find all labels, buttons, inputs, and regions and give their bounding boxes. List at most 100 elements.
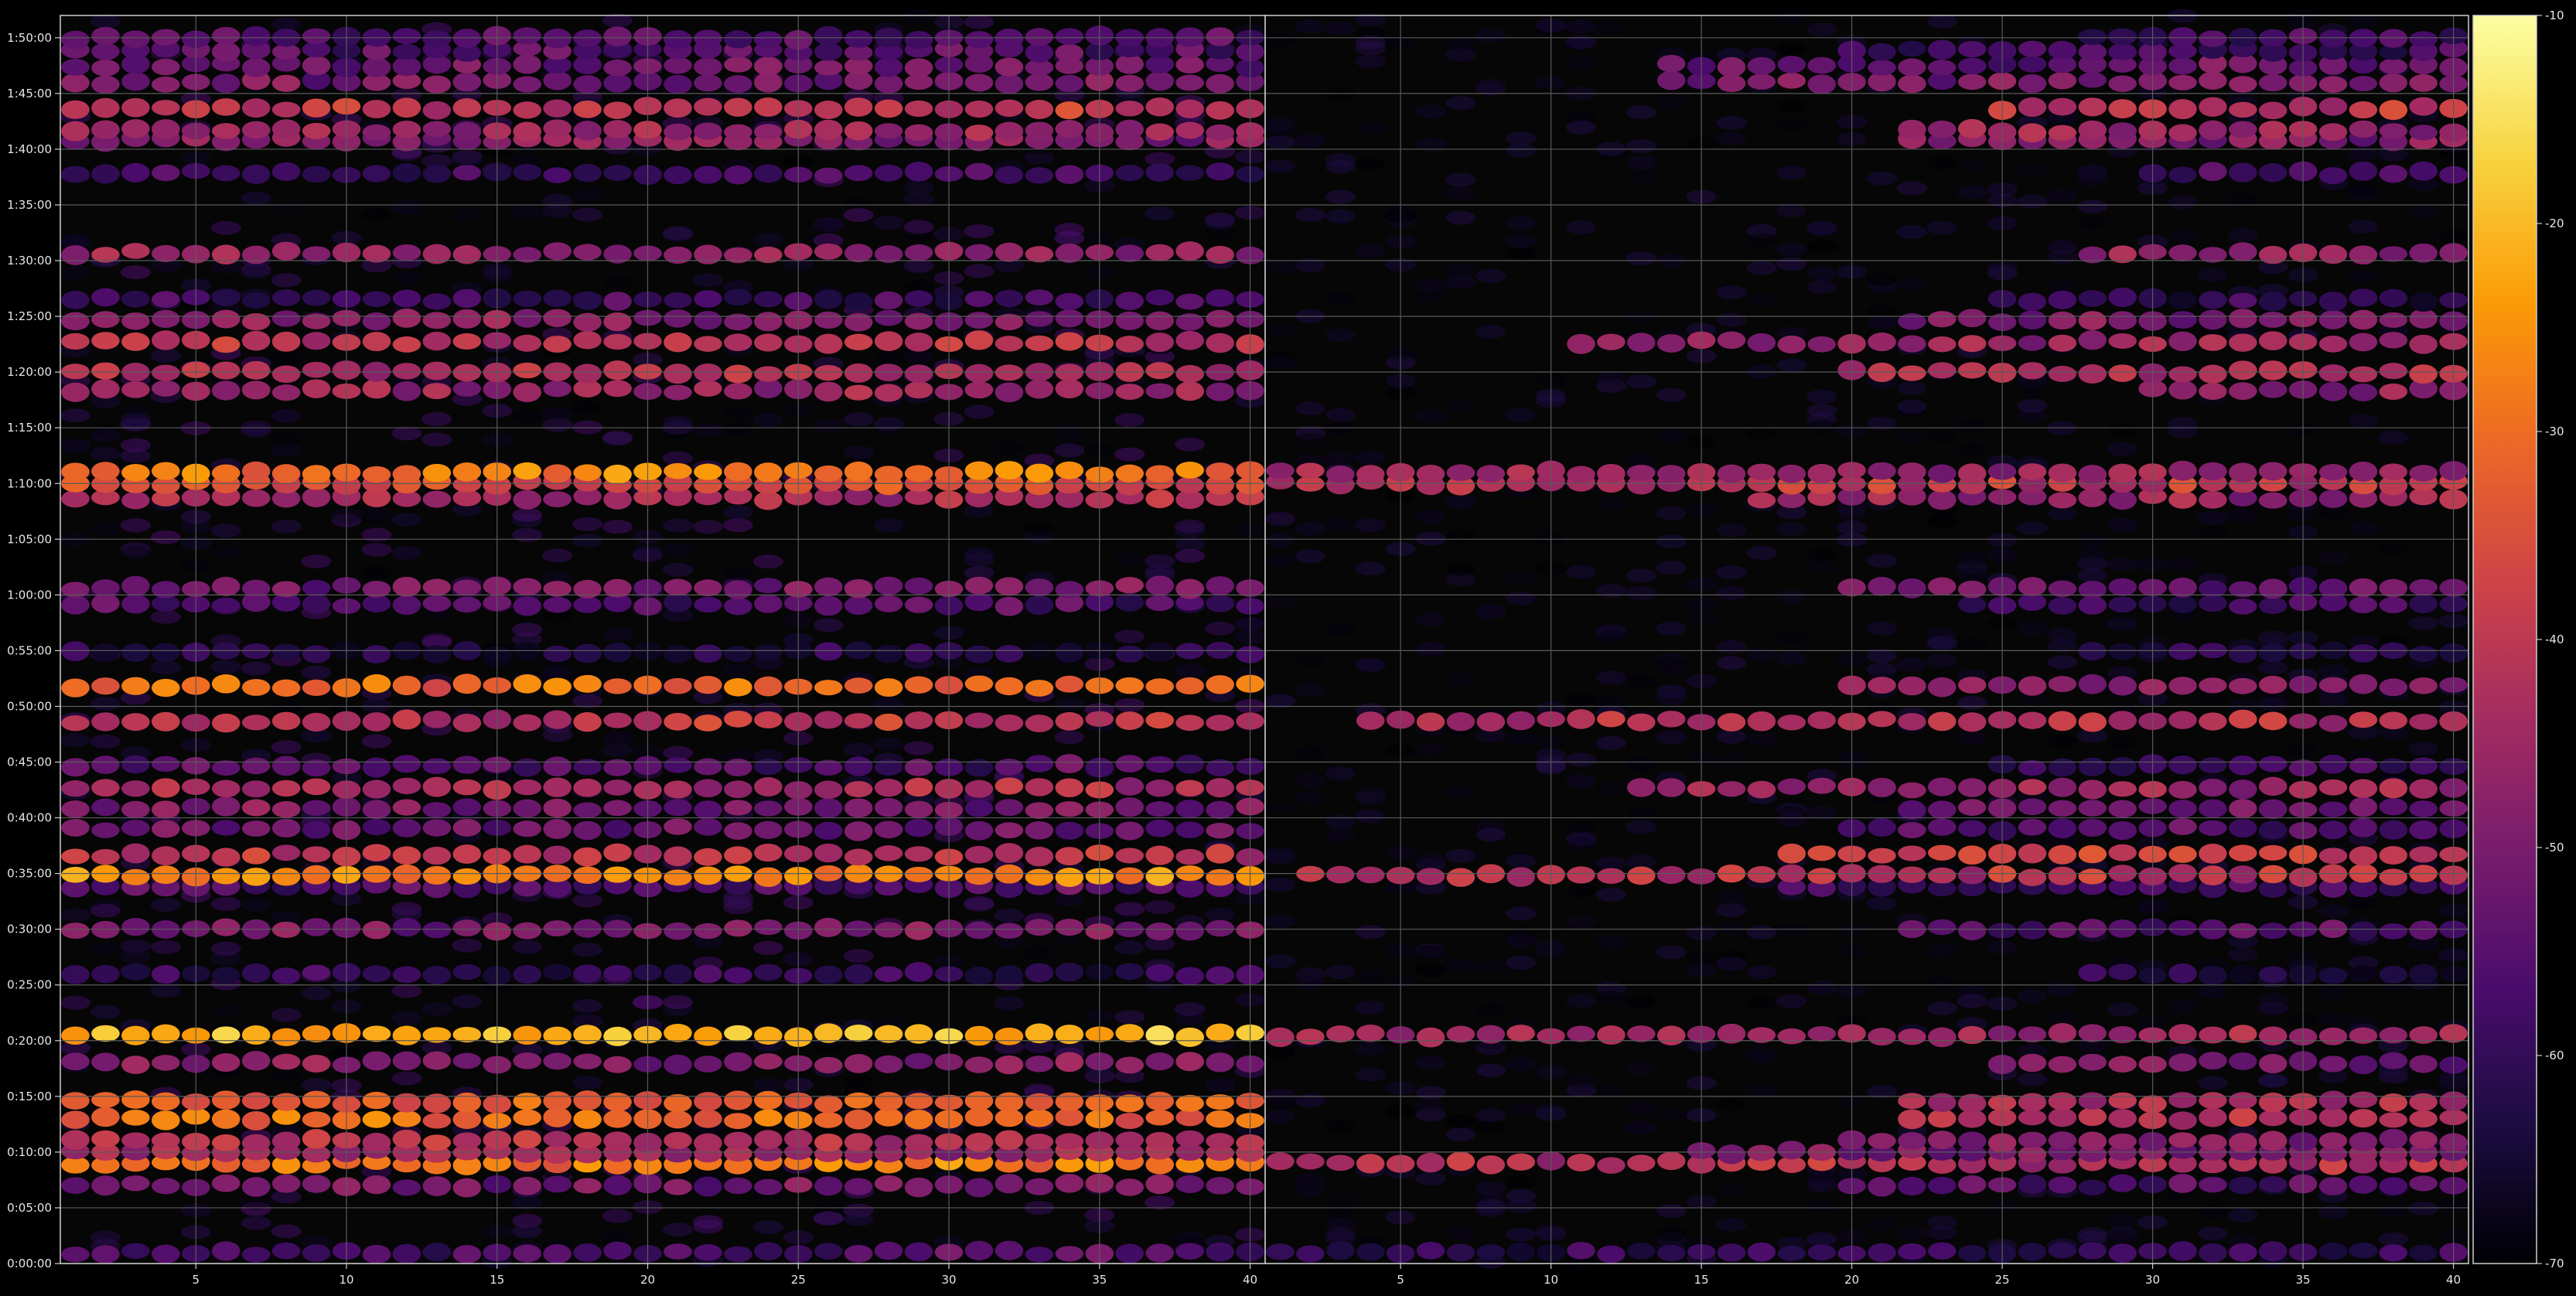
heatmap-cell	[2199, 162, 2227, 182]
heatmap-cell	[241, 245, 271, 264]
heatmap-cell	[150, 348, 181, 363]
heatmap-cell	[1206, 868, 1234, 886]
heatmap-cell	[964, 461, 994, 480]
heatmap-cell	[1415, 408, 1446, 423]
heatmap-cell	[1506, 854, 1537, 868]
heatmap-cell	[1356, 866, 1385, 884]
heatmap-cell	[302, 800, 331, 816]
heatmap-cell	[1807, 239, 1837, 254]
heatmap-cell	[2409, 161, 2438, 181]
heatmap-cell	[2018, 1131, 2047, 1148]
heatmap-cell	[1295, 401, 1326, 416]
heatmap-cell	[91, 755, 120, 774]
heatmap-cell	[664, 384, 692, 401]
heatmap-cell	[964, 100, 994, 118]
heatmap-cell	[724, 383, 752, 400]
heatmap-cell	[121, 332, 150, 351]
heatmap-cell	[1175, 1002, 1206, 1017]
heatmap-cell	[904, 1242, 933, 1262]
heatmap-cell	[2257, 630, 2288, 645]
heatmap-cell	[724, 800, 752, 816]
heatmap-cell	[752, 413, 783, 428]
heatmap-cell	[1506, 1242, 1535, 1262]
heatmap-cell	[964, 576, 994, 595]
heatmap-cell	[543, 645, 571, 663]
heatmap-cell	[1626, 820, 1656, 834]
heatmap-cell	[121, 491, 150, 510]
heatmap-cell	[1927, 844, 1957, 861]
heatmap-cell	[1868, 43, 1896, 61]
heatmap-cell	[1656, 506, 1687, 520]
heatmap-cell	[1206, 333, 1234, 353]
heatmap-cell	[2168, 643, 2197, 660]
heatmap-cell	[844, 798, 873, 818]
heatmap-cell	[1265, 1110, 1295, 1124]
heatmap-cell	[2409, 757, 2438, 775]
heatmap-cell	[844, 920, 873, 937]
heatmap-cell	[121, 713, 150, 732]
heatmap-cell	[573, 1178, 602, 1194]
heatmap-cell	[603, 800, 632, 817]
heatmap-cell	[2258, 462, 2288, 481]
heatmap-cell	[362, 378, 391, 399]
heatmap-cell	[1476, 1181, 1506, 1195]
heatmap-cell	[152, 100, 180, 116]
heatmap-cell	[512, 409, 543, 424]
heatmap-cell	[362, 124, 391, 141]
heatmap-cell	[452, 309, 482, 329]
heatmap-cell	[2349, 333, 2378, 352]
heatmap-cell	[844, 97, 873, 117]
heatmap-cell	[2168, 99, 2197, 120]
heatmap-cell	[573, 820, 602, 841]
heatmap-cell	[2168, 595, 2197, 613]
heatmap-cell	[995, 364, 1024, 381]
heatmap-cell	[2409, 1175, 2438, 1192]
heatmap-cell	[2108, 1056, 2137, 1073]
heatmap-cell	[844, 312, 873, 332]
heatmap-cell	[210, 524, 241, 538]
heatmap-cell	[754, 578, 783, 594]
heatmap-cell	[844, 29, 873, 48]
heatmap-cell	[904, 596, 933, 613]
heatmap-cell	[362, 165, 391, 182]
heatmap-cell	[1597, 1245, 1626, 1264]
heatmap-cell	[513, 596, 542, 616]
heatmap-cell	[754, 97, 783, 117]
heatmap-cell	[2168, 490, 2197, 509]
heatmap-cell	[664, 363, 692, 384]
heatmap-cell	[603, 843, 632, 862]
heatmap-cell	[391, 1071, 422, 1086]
heatmap-cell	[573, 596, 602, 613]
heatmap-cell	[1776, 99, 1807, 114]
heatmap-cell	[2048, 492, 2077, 509]
heatmap-cell	[2017, 398, 2048, 413]
heatmap-cell	[1716, 729, 1747, 744]
colorbar-tick-label: -20	[2545, 217, 2564, 230]
heatmap-cell	[121, 30, 150, 49]
heatmap-cell	[904, 777, 933, 797]
heatmap-cell	[60, 533, 90, 547]
heatmap-cell	[452, 1132, 482, 1150]
heatmap-cell	[1115, 755, 1145, 772]
heatmap-cell	[572, 400, 603, 414]
heatmap-cell	[694, 165, 722, 184]
heatmap-cell	[814, 821, 843, 841]
heatmap-cell	[1898, 1028, 1926, 1045]
heatmap-cell	[2409, 800, 2438, 817]
heatmap-cell	[1898, 1132, 1926, 1150]
heatmap-cell	[994, 441, 1025, 455]
heatmap-cell	[302, 594, 331, 614]
heatmap-cell	[2318, 310, 2348, 329]
heatmap-cell	[211, 779, 241, 798]
heatmap-cell	[241, 164, 271, 185]
heatmap-cell	[2107, 557, 2138, 571]
heatmap-cell	[1896, 181, 1927, 196]
heatmap-cell	[2018, 676, 2047, 696]
heatmap-cell	[2257, 1073, 2288, 1088]
heatmap-cell	[2379, 868, 2408, 886]
heatmap-cell	[995, 822, 1024, 839]
heatmap-cell	[392, 336, 421, 353]
heatmap-cell	[724, 597, 752, 616]
heatmap-cell	[271, 1053, 301, 1070]
heatmap-cell	[512, 622, 543, 637]
